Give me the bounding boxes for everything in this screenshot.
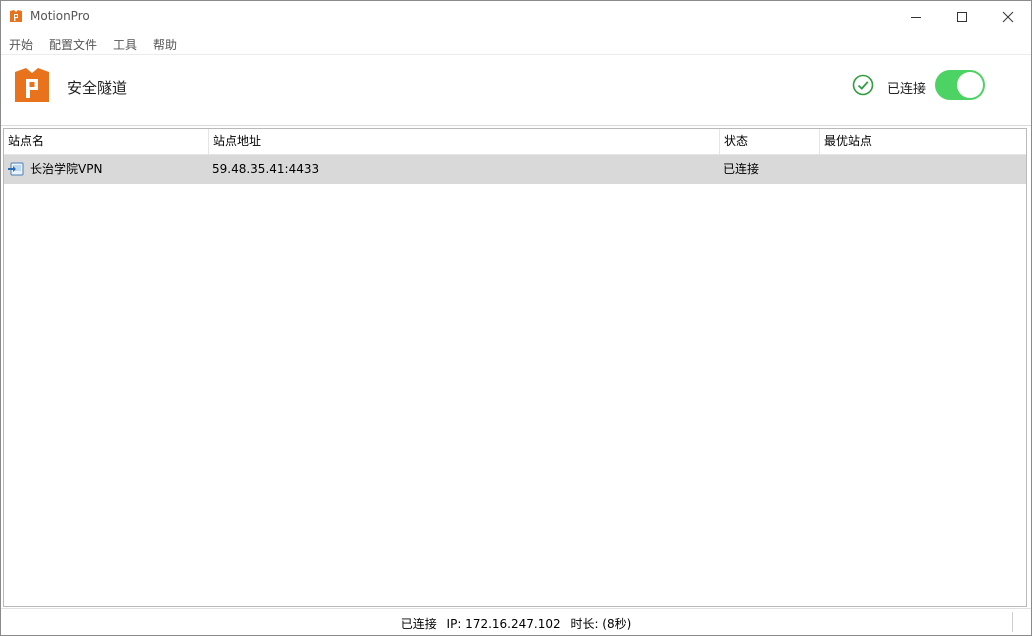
menu-help[interactable]: 帮助	[153, 36, 177, 53]
status-state: 已连接	[400, 617, 437, 631]
column-header-site-name[interactable]: 站点名	[4, 129, 209, 154]
column-header-status[interactable]: 状态	[720, 129, 820, 154]
vpn-site-icon	[8, 162, 24, 176]
cell-site-name: 长治学院VPN	[30, 162, 103, 176]
motionpro-logo-icon	[10, 10, 22, 22]
app-window: MotionPro 开始 配置文件 工具 帮助 安全隧道 已连接 站点名 站点地…	[0, 0, 1032, 636]
menu-bar: 开始 配置文件 工具 帮助	[1, 32, 1031, 55]
column-header-site-address[interactable]: 站点地址	[209, 129, 720, 154]
toggle-knob	[957, 72, 983, 98]
site-list[interactable]: 站点名 站点地址 状态 最优站点 长治学院VPN 59.48.35.41:443…	[3, 128, 1027, 607]
menu-start[interactable]: 开始	[9, 36, 33, 53]
menu-tools[interactable]: 工具	[113, 36, 137, 53]
status-duration: 时长: (8秒)	[570, 617, 632, 631]
maximize-icon	[957, 11, 967, 22]
status-ip: IP: 172.16.247.102	[446, 617, 561, 631]
connection-toggle[interactable]	[935, 70, 985, 100]
connection-status-label: 已连接	[887, 82, 927, 97]
minimize-button[interactable]	[893, 1, 939, 32]
cell-status: 已连接	[723, 162, 760, 176]
title-bar[interactable]: MotionPro	[1, 1, 1031, 32]
close-icon	[1002, 11, 1014, 22]
maximize-button[interactable]	[939, 1, 985, 32]
status-line: 已连接 IP: 172.16.247.102 时长: (8秒)	[1, 615, 1031, 632]
cell-site-address: 59.48.35.41:4433	[212, 162, 320, 176]
minimize-icon	[911, 16, 921, 18]
list-header: 站点名 站点地址 状态 最优站点	[4, 129, 1026, 155]
column-header-best-site[interactable]: 最优站点	[820, 129, 1026, 154]
window-title: MotionPro	[30, 9, 90, 23]
table-row[interactable]: 长治学院VPN 59.48.35.41:4433 已连接	[4, 155, 1026, 184]
menu-profile[interactable]: 配置文件	[49, 36, 97, 53]
status-divider	[1012, 612, 1013, 632]
header-panel: 安全隧道 已连接	[1, 55, 1031, 126]
check-circle-icon	[852, 74, 874, 96]
page-title: 安全隧道	[67, 79, 128, 97]
motionpro-logo-icon	[15, 68, 49, 102]
status-bar: 已连接 IP: 172.16.247.102 时长: (8秒)	[1, 608, 1031, 635]
close-button[interactable]	[985, 1, 1031, 32]
